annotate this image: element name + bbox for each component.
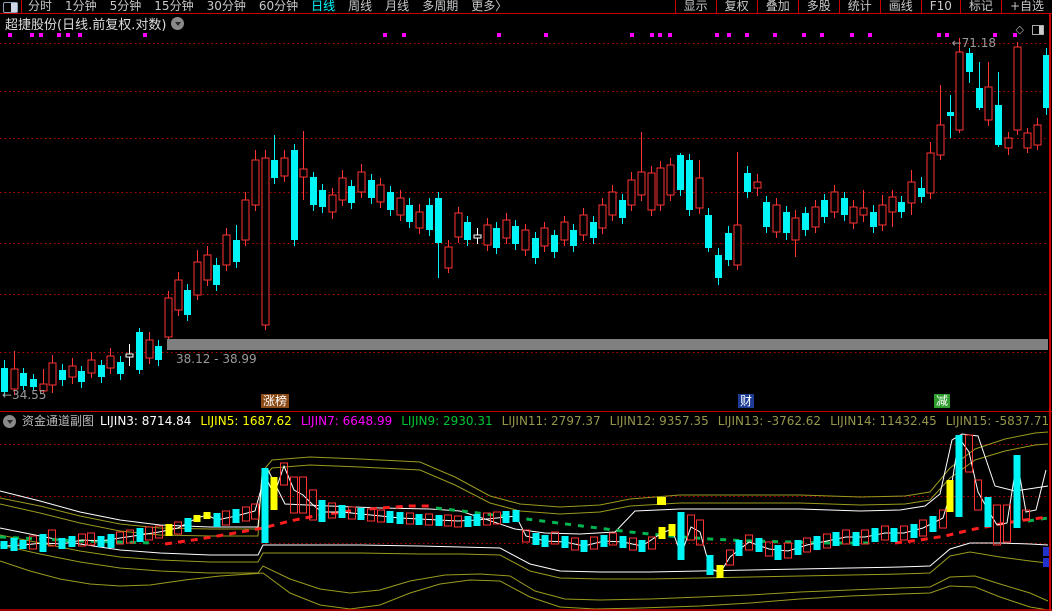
tool-button-2[interactable]: 叠加 — [757, 0, 798, 13]
tool-button-7[interactable]: 标记 — [960, 0, 1001, 13]
indicator-field-7: LIJIN14: 11432.45 — [830, 414, 937, 429]
tool-button-5[interactable]: 画线 — [880, 0, 921, 13]
tool-button-4[interactable]: 统计 — [839, 0, 880, 13]
price-label-band-range: 38.12 - 38.99 — [176, 352, 257, 366]
indicator-field-5: LIJIN12: 9357.35 — [610, 414, 709, 429]
period-tab-3[interactable]: 15分钟 — [154, 0, 193, 13]
symbol-title: 超捷股份(日线.前复权.对数) — [5, 14, 166, 33]
indicator-collapse-icon[interactable] — [3, 415, 16, 428]
period-tab-1[interactable]: 1分钟 — [65, 0, 97, 13]
finance-badge: 财 — [738, 394, 754, 408]
period-tab-6[interactable]: 日线 — [311, 0, 335, 13]
tool-button-3[interactable]: 多股 — [798, 0, 839, 13]
chart-corner-icons: ◇ — [1016, 23, 1044, 36]
price-label-high: ←71.18 — [952, 36, 996, 50]
diamond-icon[interactable]: ◇ — [1016, 23, 1024, 36]
charts-canvas[interactable] — [0, 0, 1052, 611]
indicator-field-2: LIJIN7: 6648.99 — [301, 414, 392, 429]
toolbar: 分时 1分钟 5分钟 15分钟 30分钟 60分钟日线周线月线多周期更多〉 显示复权叠加多… — [0, 0, 1052, 13]
indicator-field-8: LIJIN15: -5837.71 — [946, 414, 1049, 429]
period-tab-4[interactable]: 30分钟 — [207, 0, 246, 13]
layout-panel-icon[interactable] — [3, 2, 18, 13]
period-tab-0[interactable]: 分时 — [28, 0, 52, 13]
trading-app-window: 分时 1分钟 5分钟 15分钟 30分钟 60分钟日线周线月线多周期更多〉 显示复权叠加多… — [0, 0, 1052, 611]
period-tab-5[interactable]: 60分钟 — [259, 0, 298, 13]
indicator-field-0: LIJIN3: 8714.84 — [100, 414, 191, 429]
indicator-header: 资金通道副图 LIJIN3: 8714.84LIJIN5: 1687.62LIJ… — [3, 414, 1052, 429]
indicator-field-6: LIJIN13: -3762.62 — [718, 414, 821, 429]
toolbar-divider — [21, 0, 22, 13]
period-tab-2[interactable]: 5分钟 — [110, 0, 142, 13]
period-tab-9[interactable]: 多周期 — [422, 0, 458, 13]
rank-badge: 涨榜 — [261, 394, 289, 408]
symbol-titlebar: 超捷股份(日线.前复权.对数) — [5, 15, 184, 31]
chevron-down-icon[interactable] — [171, 17, 184, 30]
tool-button-6[interactable]: F10 — [921, 0, 960, 13]
tool-button-1[interactable]: 复权 — [716, 0, 757, 13]
period-tab-7[interactable]: 周线 — [348, 0, 372, 13]
period-tab-8[interactable]: 月线 — [385, 0, 409, 13]
tool-button-8[interactable]: +自选 — [1001, 0, 1052, 13]
indicator-title: 资金通道副图 — [22, 414, 94, 429]
tools-menu: 显示复权叠加多股统计画线F10标记+自选 — [675, 0, 1052, 13]
split-window-icon[interactable] — [1032, 25, 1044, 35]
indicator-field-4: LIJIN11: 2797.37 — [502, 414, 601, 429]
indicator-values: LIJIN3: 8714.84 LIJIN5: 1687.62 LIJIN7: 66… — [100, 414, 1052, 429]
price-label-low: ←34.55 — [2, 388, 46, 402]
reduce-badge: 减 — [934, 394, 950, 408]
period-tab-10[interactable]: 更多〉 — [471, 0, 507, 13]
indicator-field-1: LIJIN5: 1687.62 — [200, 414, 291, 429]
indicator-field-3: LIJIN9: 2930.31 — [401, 414, 492, 429]
period-menu: 分时 1分钟 5分钟 15分钟 30分钟 60分钟日线周线月线多周期更多〉 — [28, 0, 507, 13]
tool-button-0[interactable]: 显示 — [675, 0, 716, 13]
